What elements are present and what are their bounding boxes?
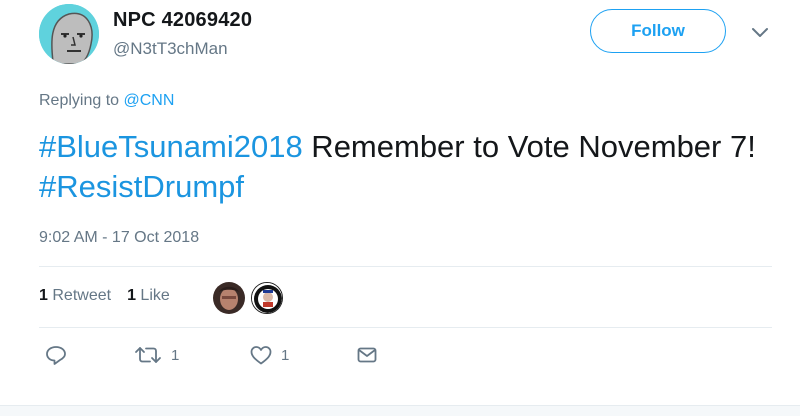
likes-stat[interactable]: 1 Like: [127, 287, 170, 305]
retweet-count: 1: [171, 346, 180, 364]
retweets-stat[interactable]: 1 Retweet: [39, 287, 111, 305]
follow-button[interactable]: Follow: [590, 9, 726, 53]
likes-label: Like: [140, 287, 170, 304]
npc-face-icon: [39, 4, 99, 64]
tweet-body-text: Remember to Vote November 7!: [302, 129, 756, 164]
bottom-bar: [0, 405, 800, 416]
heart-icon: [250, 346, 272, 365]
likes-count: 1: [127, 287, 136, 304]
reply-mention-link[interactable]: @CNN: [124, 92, 175, 109]
reply-icon: [46, 346, 66, 365]
liker-logo-icon: [252, 283, 282, 313]
retweet-icon: [135, 347, 161, 363]
replying-to: Replying to @CNN: [39, 92, 174, 110]
divider: [39, 327, 772, 328]
hashtag-link[interactable]: #ResistDrumpf: [39, 169, 244, 204]
like-count: 1: [281, 346, 290, 364]
divider: [39, 266, 772, 267]
tweet-text: #BlueTsunami2018 Remember to Vote Novemb…: [39, 127, 759, 207]
reply-button[interactable]: [45, 344, 67, 366]
liker-avatar[interactable]: [213, 282, 245, 314]
liker-photo-icon: [213, 282, 245, 314]
caret-down-icon[interactable]: [750, 26, 770, 40]
like-button[interactable]: 1: [249, 344, 289, 366]
display-name[interactable]: NPC 42069420: [113, 9, 252, 32]
avatar[interactable]: [39, 4, 99, 64]
message-icon: [357, 347, 377, 363]
direct-message-button[interactable]: [356, 344, 378, 366]
tweet-timestamp[interactable]: 9:02 AM - 17 Oct 2018: [39, 229, 199, 247]
liker-avatar[interactable]: [251, 282, 283, 314]
retweet-button[interactable]: 1: [133, 344, 179, 366]
hashtag-link[interactable]: #BlueTsunami2018: [39, 129, 303, 164]
retweets-label: Retweet: [52, 287, 112, 304]
replying-to-prefix: Replying to: [39, 92, 124, 109]
retweets-count: 1: [39, 287, 48, 304]
tweet-stats: 1 Retweet 1 Like: [39, 287, 170, 305]
user-handle[interactable]: @N3tT3chMan: [113, 39, 228, 59]
